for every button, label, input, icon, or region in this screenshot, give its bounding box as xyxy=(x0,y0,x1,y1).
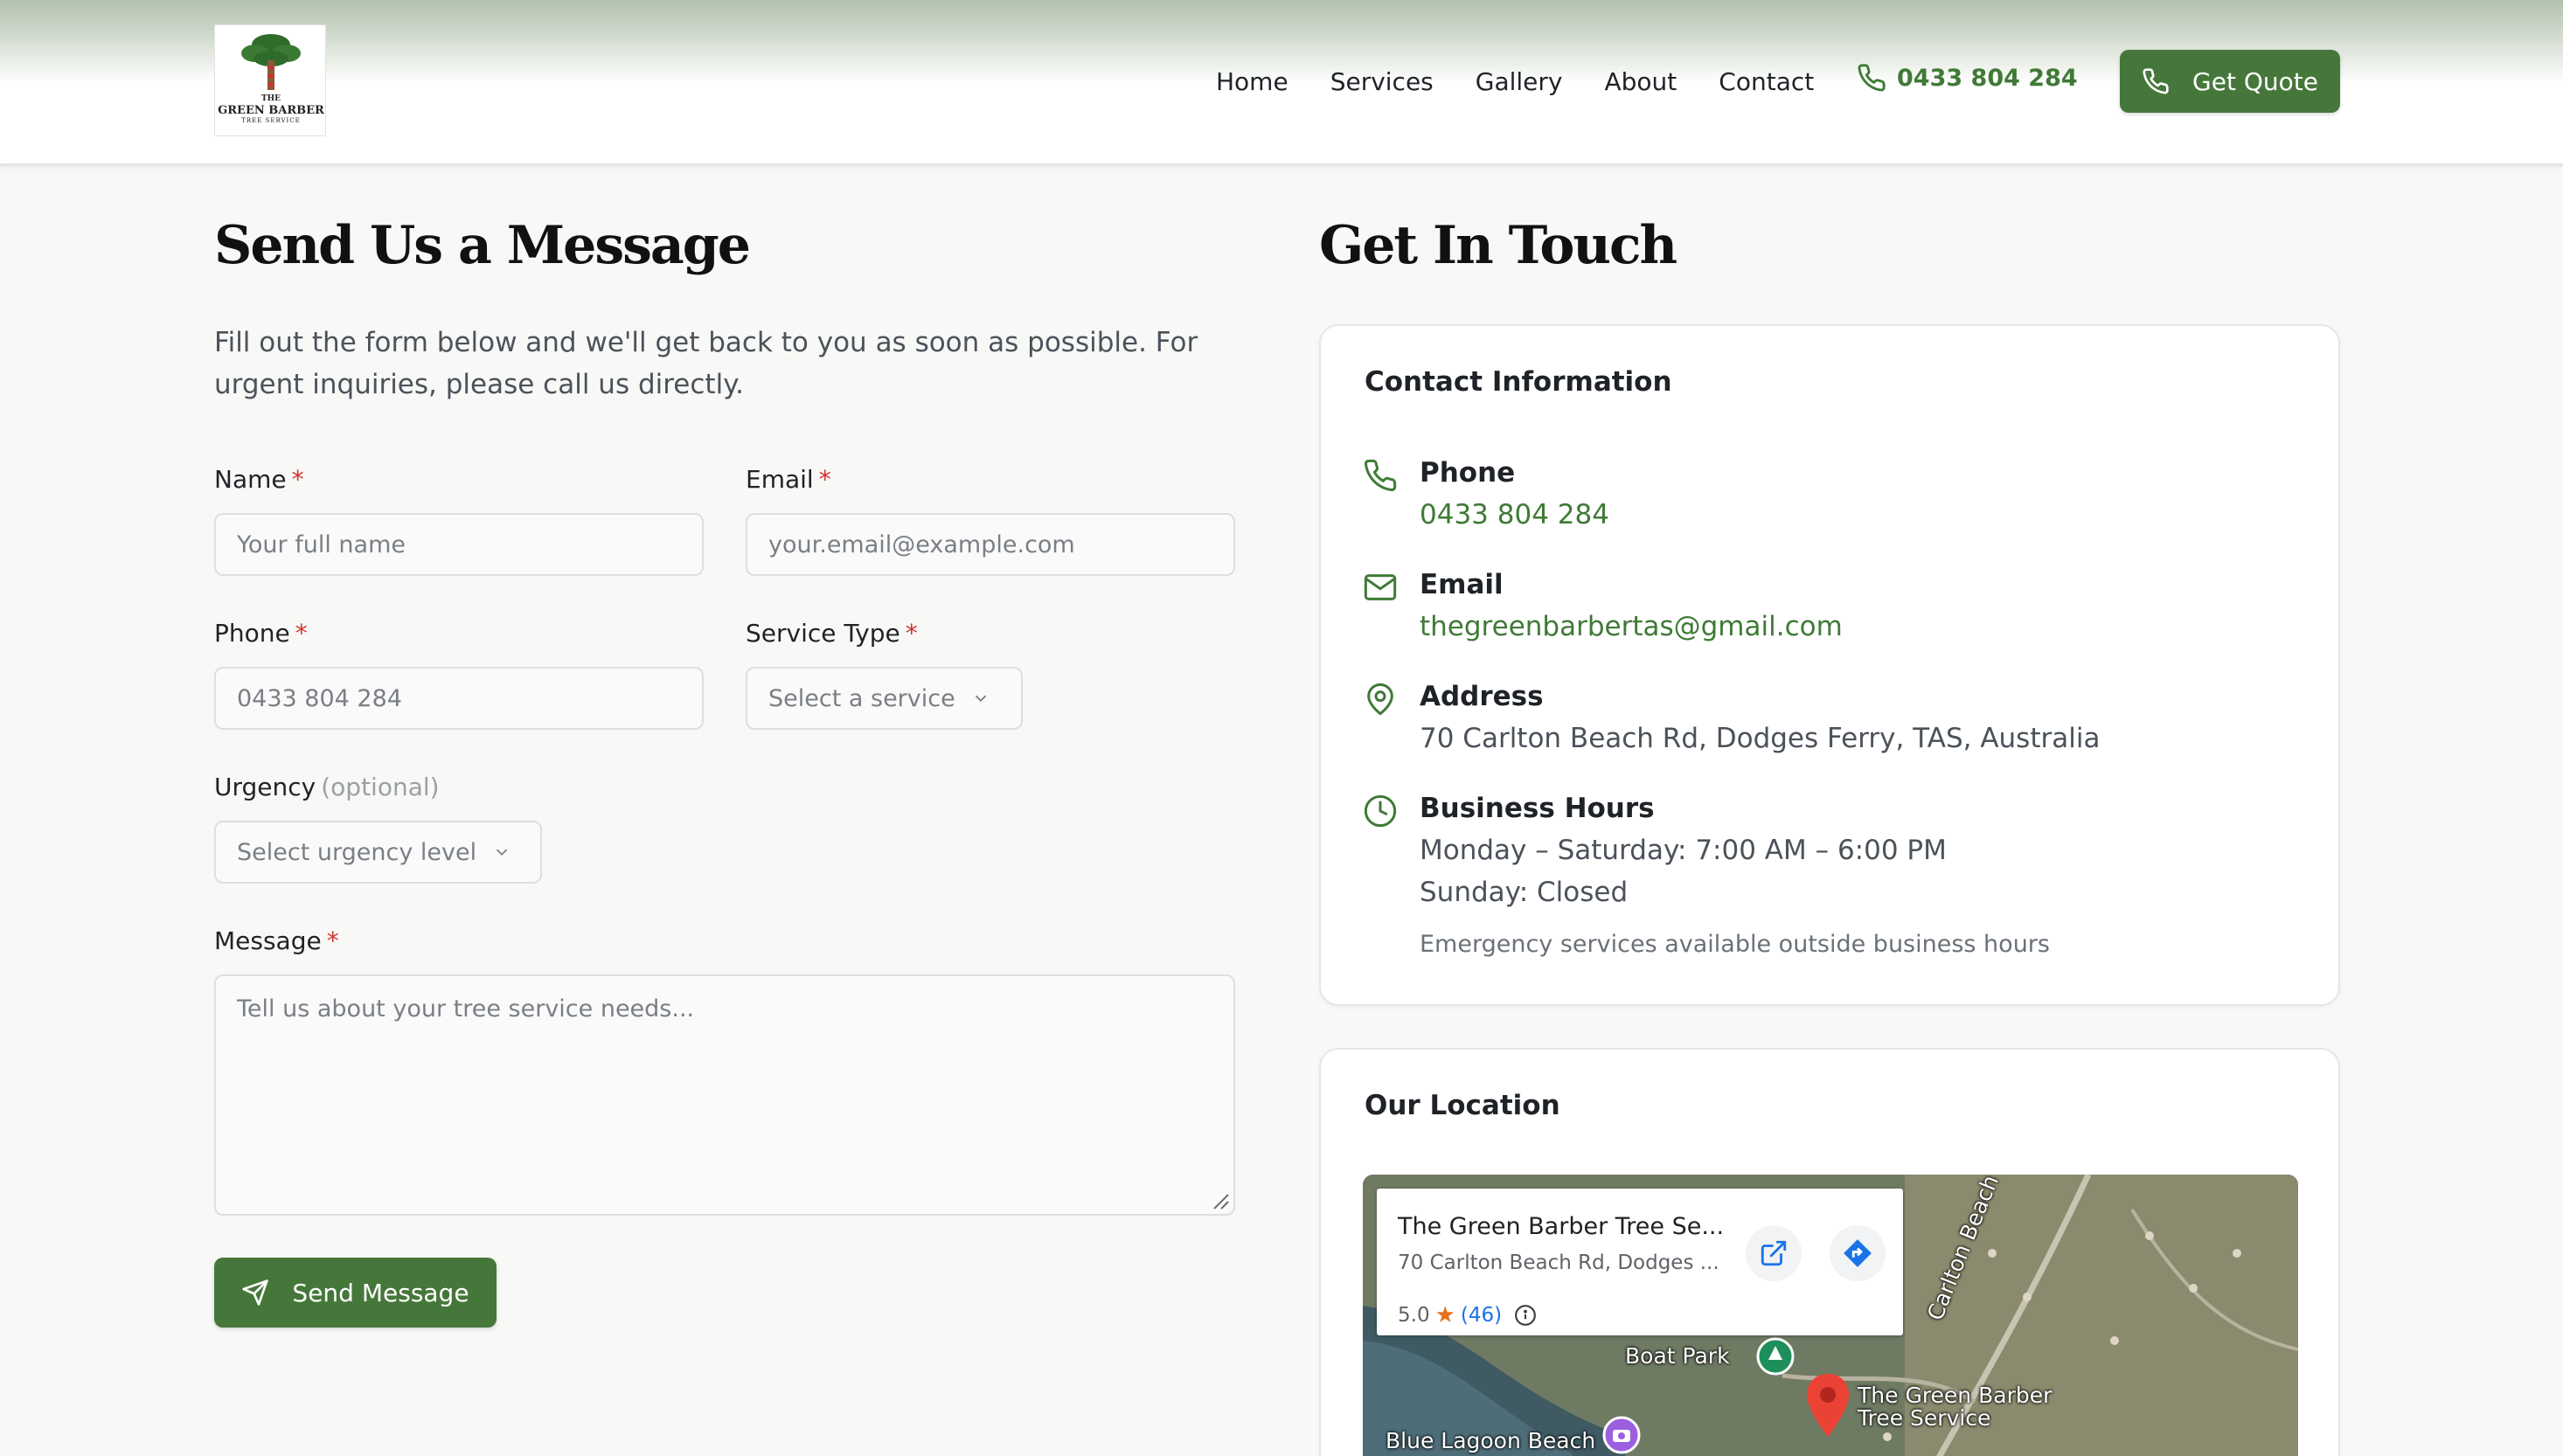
urgency-label-text: Urgency xyxy=(214,773,316,801)
name-input[interactable]: Your full name xyxy=(214,513,704,576)
contact-info-card: Contact Information Phone 0433 804 284 E… xyxy=(1319,324,2340,1006)
logo-text-the: THE xyxy=(260,94,281,103)
email-input[interactable]: your.email@example.com xyxy=(746,513,1235,576)
location-card: Our Location Boat Park Carlton Beach Rd … xyxy=(1319,1048,2340,1456)
send-message-button[interactable]: Send Message xyxy=(214,1258,497,1328)
email-placeholder: your.email@example.com xyxy=(768,530,1075,558)
message-label: Message * xyxy=(214,926,339,955)
map-review-count[interactable]: (46) xyxy=(1461,1304,1502,1327)
map-place-name[interactable]: The Green Barber Tree Se... xyxy=(1398,1213,1724,1240)
main-nav: Home Services Gallery About Contact xyxy=(1216,64,1856,99)
site-header: THE GREEN BARBER TREE SERVICE Home Servi… xyxy=(0,0,2563,166)
service-type-select[interactable]: Select a service xyxy=(746,667,1023,730)
map-label-pin-line2: Tree Service xyxy=(1858,1405,1991,1431)
tree-logo-icon xyxy=(241,34,301,90)
location-title: Our Location xyxy=(1365,1090,1560,1121)
message-label-text: Message xyxy=(214,926,322,955)
resize-handle-icon[interactable] xyxy=(1211,1191,1230,1210)
header-phone-link[interactable]: 0433 804 284 xyxy=(1857,63,2078,93)
get-quote-button[interactable]: Get Quote xyxy=(2120,50,2340,113)
map-label-boat-park: Boat Park xyxy=(1625,1343,1730,1369)
required-mark: * xyxy=(291,465,304,494)
nav-about[interactable]: About xyxy=(1605,67,1677,96)
urgency-label: Urgency (optional) xyxy=(214,773,440,801)
phone-icon xyxy=(2143,68,2169,94)
required-mark: * xyxy=(818,465,831,494)
map-pin-icon xyxy=(1367,683,1393,716)
map-label-beach: Blue Lagoon Beach xyxy=(1386,1428,1596,1453)
name-placeholder: Your full name xyxy=(237,530,406,558)
map-place-card: The Green Barber Tree Se... 70 Carlton B… xyxy=(1377,1189,1903,1335)
site-logo[interactable]: THE GREEN BARBER TREE SERVICE xyxy=(214,24,326,136)
urgency-optional-text: (optional) xyxy=(321,773,440,801)
phone-placeholder: 0433 804 284 xyxy=(237,684,402,712)
email-link[interactable]: thegreenbarbertas@gmail.com xyxy=(1420,611,1843,642)
name-label-text: Name xyxy=(214,465,287,494)
nav-home[interactable]: Home xyxy=(1216,67,1288,96)
email-label: Email * xyxy=(746,465,831,494)
open-in-maps-button[interactable] xyxy=(1746,1225,1802,1281)
directions-icon xyxy=(1844,1239,1872,1267)
embedded-map[interactable]: Boat Park Carlton Beach Rd The Green Bar… xyxy=(1363,1175,2298,1456)
required-mark: * xyxy=(905,619,918,648)
required-mark: * xyxy=(326,926,339,955)
send-icon xyxy=(242,1279,269,1306)
header-phone-number: 0433 804 284 xyxy=(1897,64,2078,92)
name-label: Name * xyxy=(214,465,304,494)
email-heading: Email xyxy=(1420,569,1504,600)
logo-text-name: GREEN BARBER xyxy=(218,104,324,117)
nav-services[interactable]: Services xyxy=(1330,67,1434,96)
external-link-icon xyxy=(1761,1240,1787,1266)
hours-sunday: Sunday: Closed xyxy=(1420,877,1629,908)
phone-icon xyxy=(1858,64,1886,92)
nav-contact[interactable]: Contact xyxy=(1719,67,1814,96)
form-intro: Fill out the form below and we'll get ba… xyxy=(214,327,1198,400)
message-placeholder: Tell us about your tree service needs... xyxy=(237,995,695,1023)
mail-icon xyxy=(1364,574,1397,600)
required-mark: * xyxy=(295,619,308,648)
address-heading: Address xyxy=(1420,681,1544,712)
service-type-placeholder: Select a service xyxy=(768,684,955,712)
park-marker-icon[interactable] xyxy=(1756,1337,1795,1376)
get-quote-label: Get Quote xyxy=(2192,66,2318,96)
email-label-text: Email xyxy=(746,465,814,494)
directions-button[interactable] xyxy=(1830,1225,1886,1281)
send-message-label: Send Message xyxy=(292,1278,469,1307)
message-textarea[interactable]: Tell us about your tree service needs... xyxy=(214,974,1235,1216)
phone-input[interactable]: 0433 804 284 xyxy=(214,667,704,730)
service-type-label: Service Type * xyxy=(746,619,918,648)
chevron-down-icon xyxy=(496,849,508,856)
nav-gallery[interactable]: Gallery xyxy=(1476,67,1563,96)
hours-emergency-note: Emergency services available outside bus… xyxy=(1420,931,2050,958)
map-label-pin-line1: The Green Barber xyxy=(1858,1383,2052,1408)
urgency-placeholder: Select urgency level xyxy=(237,838,477,866)
camera-marker-icon[interactable] xyxy=(1602,1416,1641,1454)
map-rating: 5.0 ★ (46) xyxy=(1398,1302,1537,1328)
phone-heading: Phone xyxy=(1420,457,1516,489)
chevron-down-icon xyxy=(975,695,986,703)
contact-title: Get In Touch xyxy=(1319,215,1677,276)
info-icon[interactable] xyxy=(1514,1304,1537,1327)
address-value: 70 Carlton Beach Rd, Dodges Ferry, TAS, … xyxy=(1420,723,2101,754)
phone-label: Phone * xyxy=(214,619,308,648)
logo-text-tagline: TREE SERVICE xyxy=(241,117,301,124)
phone-link[interactable]: 0433 804 284 xyxy=(1420,499,1609,530)
clock-icon xyxy=(1364,794,1397,828)
contact-info-title: Contact Information xyxy=(1365,366,1672,398)
star-icon: ★ xyxy=(1434,1302,1455,1328)
urgency-select[interactable]: Select urgency level xyxy=(214,821,542,884)
hours-heading: Business Hours xyxy=(1420,793,1655,824)
location-pin-icon[interactable] xyxy=(1803,1372,1852,1440)
phone-icon xyxy=(1365,459,1397,491)
phone-label-text: Phone xyxy=(214,619,290,648)
service-type-label-text: Service Type xyxy=(746,619,900,648)
hours-weekdays: Monday – Saturday: 7:00 AM – 6:00 PM xyxy=(1420,835,1947,866)
form-title: Send Us a Message xyxy=(214,215,751,276)
map-rating-value: 5.0 xyxy=(1398,1304,1430,1327)
map-place-address: 70 Carlton Beach Rd, Dodges ... xyxy=(1398,1251,1719,1274)
